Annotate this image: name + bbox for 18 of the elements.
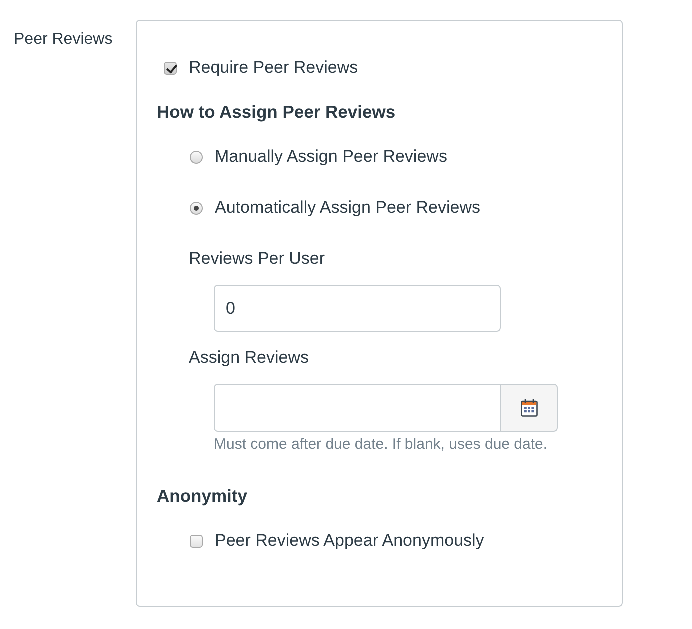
calendar-button[interactable] — [501, 384, 558, 432]
require-checkbox[interactable] — [164, 62, 177, 74]
section-heading: How to Assign Peer Reviews — [157, 101, 397, 123]
radio-label[interactable]: Manually Assign Peer Reviews — [215, 146, 448, 168]
radio-button[interactable] — [190, 150, 203, 164]
checkbox-label[interactable]: Peer Reviews Appear Anonymously — [215, 530, 484, 552]
section-heading: Anonymity — [157, 485, 248, 507]
field-label: Reviews Per User — [188, 248, 326, 270]
hint-text: Must come after due date. If blank, uses due date. — [214, 435, 549, 455]
anonymous-checkbox[interactable] — [190, 534, 203, 548]
number-input[interactable]: 0 — [214, 285, 501, 332]
date-input[interactable] — [214, 384, 501, 432]
radio-label[interactable]: Automatically Assign Peer Reviews — [215, 197, 481, 219]
field-label: Assign Reviews — [188, 347, 310, 369]
checkbox-label[interactable]: Require Peer Reviews — [189, 57, 358, 79]
field-label: Peer Reviews — [14, 30, 114, 50]
radio-button[interactable] — [190, 202, 203, 214]
calendar-icon — [520, 399, 538, 417]
